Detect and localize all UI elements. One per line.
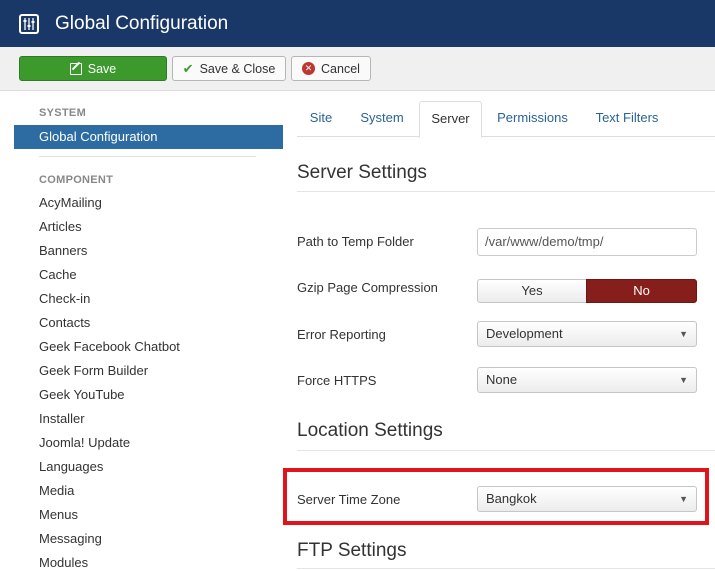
sidebar-item-messaging[interactable]: Messaging	[39, 527, 180, 551]
edit-icon	[69, 62, 82, 75]
gzip-toggle: Yes No	[477, 279, 697, 303]
gzip-no-button[interactable]: No	[586, 279, 697, 303]
sidebar-item-cache[interactable]: Cache	[39, 263, 180, 287]
temp-folder-label: Path to Temp Folder	[297, 234, 414, 249]
save-close-label: Save & Close	[199, 61, 276, 76]
sidebar-item-installer[interactable]: Installer	[39, 407, 180, 431]
app-header: Global Configuration	[0, 0, 715, 47]
toolbar: Save ✔ Save & Close ✕ Cancel	[0, 47, 715, 91]
sidebar-item-menus[interactable]: Menus	[39, 503, 180, 527]
sidebar-item-check-in[interactable]: Check-in	[39, 287, 180, 311]
sidebar-item-languages[interactable]: Languages	[39, 455, 180, 479]
sidebar-heading-component: COMPONENT	[39, 174, 114, 186]
server-settings-heading: Server Settings	[297, 162, 427, 183]
force-https-value: None	[486, 372, 518, 387]
sidebar-item-geek-youtube[interactable]: Geek YouTube	[39, 383, 180, 407]
section-divider	[297, 568, 715, 569]
save-close-button[interactable]: ✔ Save & Close	[172, 56, 286, 81]
tab-permissions[interactable]: Permissions	[486, 101, 579, 137]
temp-folder-input[interactable]: /var/www/demo/tmp/	[477, 228, 697, 256]
chevron-down-icon: ▼	[679, 375, 688, 385]
check-icon: ✔	[182, 60, 194, 76]
sidebar-item-articles[interactable]: Articles	[39, 215, 180, 239]
sidebar-item-banners[interactable]: Banners	[39, 239, 180, 263]
sidebar-item-modules[interactable]: Modules	[39, 551, 180, 571]
tab-bar: Site System Server Permissions Text Filt…	[297, 101, 715, 138]
gzip-yes-button[interactable]: Yes	[477, 279, 586, 303]
sidebar-divider	[39, 156, 256, 157]
tab-server[interactable]: Server	[419, 101, 482, 138]
sidebar-item-joomla-update[interactable]: Joomla! Update	[39, 431, 180, 455]
tab-system[interactable]: System	[347, 101, 417, 137]
sidebar-item-contacts[interactable]: Contacts	[39, 311, 180, 335]
section-divider	[297, 450, 715, 451]
page-title: Global Configuration	[55, 12, 229, 34]
chevron-down-icon: ▼	[679, 329, 688, 339]
sidebar-item-media[interactable]: Media	[39, 479, 180, 503]
force-https-label: Force HTTPS	[297, 373, 377, 388]
sidebar-item-acymailing[interactable]: AcyMailing	[39, 191, 180, 215]
cancel-label: Cancel	[321, 61, 360, 76]
error-reporting-label: Error Reporting	[297, 327, 386, 342]
error-reporting-select[interactable]: Development ▼	[477, 321, 697, 347]
tab-site[interactable]: Site	[297, 101, 345, 137]
location-settings-heading: Location Settings	[297, 420, 443, 441]
cancel-icon: ✕	[302, 62, 316, 75]
save-button[interactable]: Save	[19, 56, 167, 81]
sidebar-heading-system: SYSTEM	[39, 107, 87, 119]
sidebar-item-geek-facebook-chatbot[interactable]: Geek Facebook Chatbot	[39, 335, 180, 359]
cancel-button[interactable]: ✕ Cancel	[291, 56, 371, 81]
sidebar-item-geek-form-builder[interactable]: Geek Form Builder	[39, 359, 180, 383]
highlight-box	[283, 468, 709, 525]
sidebar-component-list: AcyMailing Articles Banners Cache Check-…	[39, 191, 180, 571]
save-button-label: Save	[87, 61, 117, 76]
sidebar-item-global-configuration[interactable]: Global Configuration	[14, 125, 283, 149]
section-divider	[297, 191, 715, 192]
tab-text-filters[interactable]: Text Filters	[584, 101, 670, 137]
force-https-select[interactable]: None ▼	[477, 367, 697, 393]
ftp-settings-heading: FTP Settings	[297, 540, 407, 561]
gzip-label: Gzip Page Compression	[297, 280, 438, 295]
sliders-icon	[19, 13, 39, 34]
error-reporting-value: Development	[486, 326, 563, 341]
